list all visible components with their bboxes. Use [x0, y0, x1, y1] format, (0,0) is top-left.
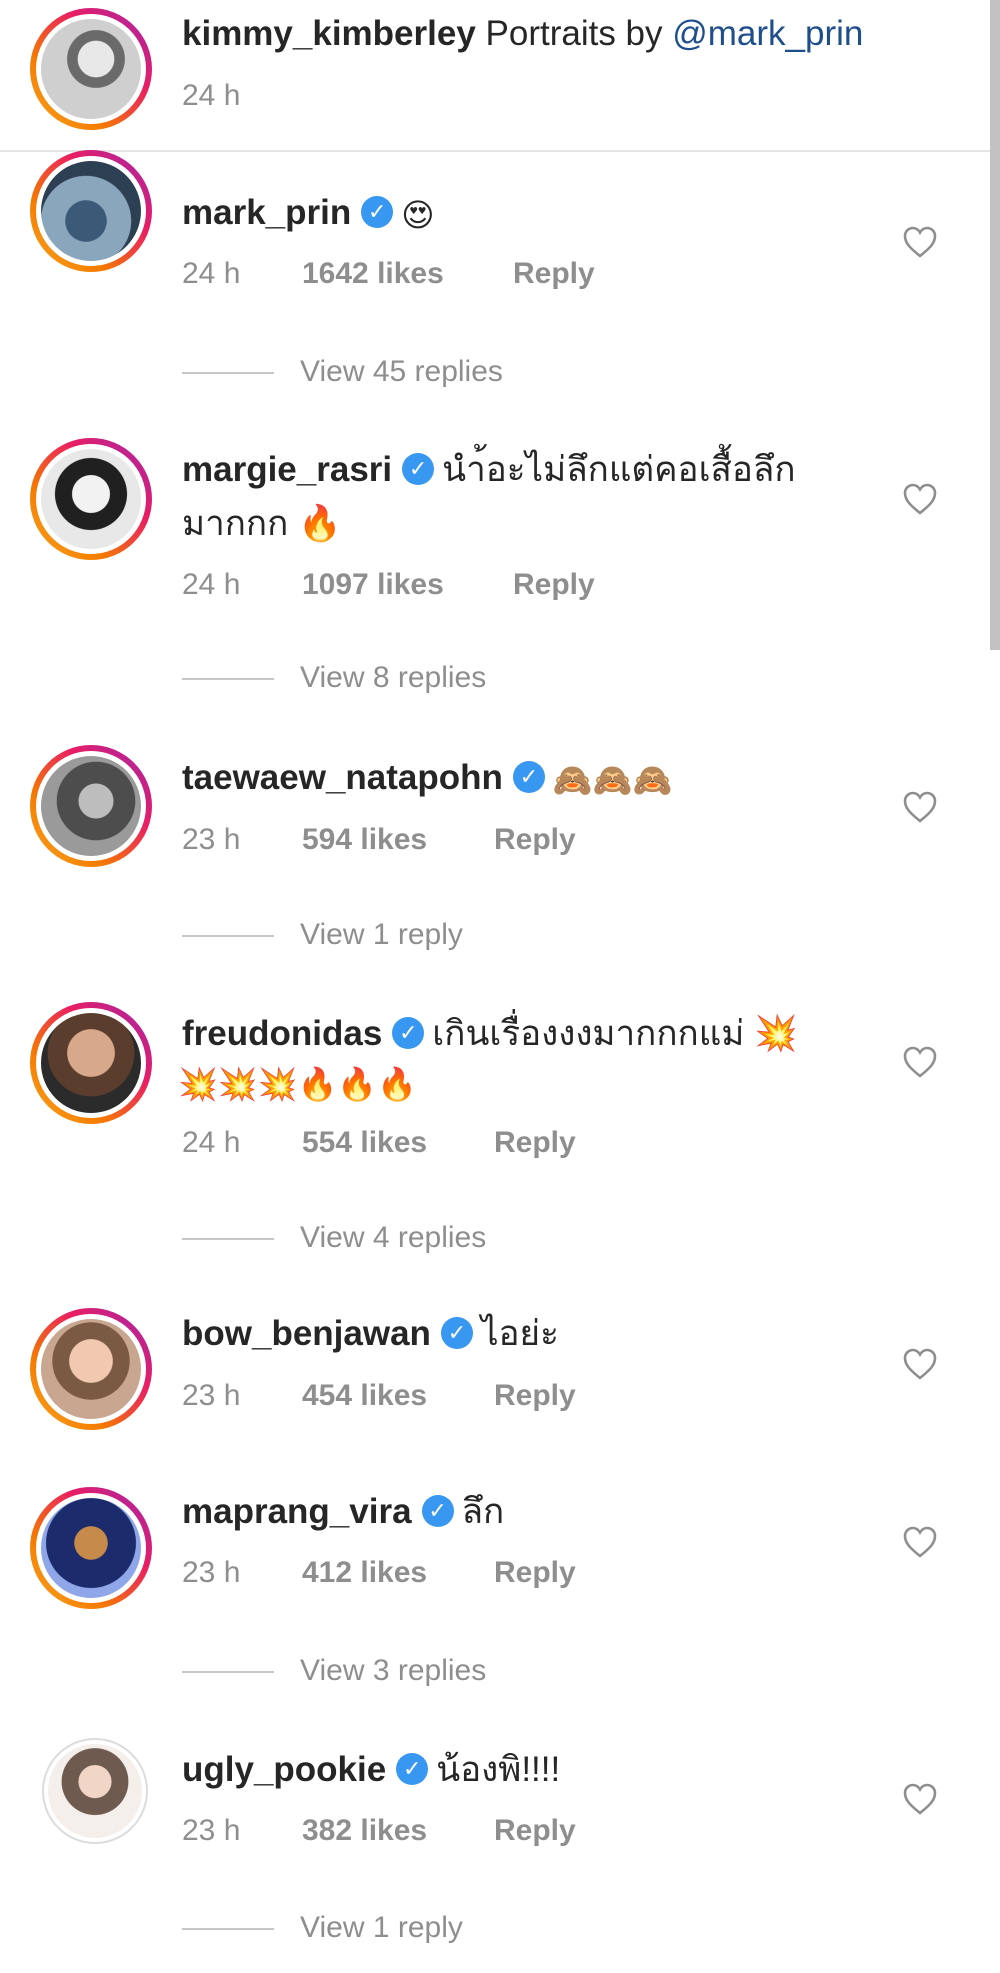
verified-badge-icon: ✓	[421, 1494, 454, 1527]
caption-line: kimmy_kimberley Portraits by @mark_prin	[182, 12, 863, 56]
comment-username[interactable]: taewaew_natapohn	[182, 758, 503, 797]
comment-username[interactable]: ugly_pookie	[182, 1750, 386, 1789]
comment-username[interactable]: bow_benjawan	[182, 1314, 431, 1353]
avatar[interactable]	[30, 745, 152, 867]
view-replies-label[interactable]: View 3 replies	[300, 1654, 486, 1687]
replies-divider	[182, 678, 274, 681]
caption-text: Portraits by	[475, 14, 673, 53]
avatar[interactable]	[30, 438, 152, 560]
reply-button[interactable]: Reply	[494, 1123, 576, 1163]
verified-badge-icon: ✓	[396, 1752, 429, 1785]
replies-divider	[182, 935, 274, 938]
heart-outline-icon[interactable]	[902, 1782, 938, 1816]
scrollbar[interactable]	[990, 0, 1000, 650]
comment-time: 24 h	[182, 1126, 241, 1159]
comment-text: เกินเรื่องงงมากกกแม่ 💥	[432, 1014, 798, 1053]
view-replies-link[interactable]: View 1 reply	[182, 1908, 463, 1948]
reply-button[interactable]: Reply	[494, 1376, 576, 1416]
comment-username[interactable]: margie_rasri	[182, 450, 392, 489]
view-replies-label[interactable]: View 45 replies	[300, 355, 503, 388]
view-replies-link[interactable]: View 45 replies	[182, 352, 503, 392]
heart-outline-icon[interactable]	[902, 1525, 938, 1559]
comment-likes[interactable]: 454 likes	[302, 1376, 427, 1416]
reply-button[interactable]: Reply	[513, 254, 595, 294]
view-replies-link[interactable]: View 1 reply	[182, 915, 463, 955]
heart-outline-icon[interactable]	[902, 482, 938, 516]
heart-outline-icon[interactable]	[902, 1347, 938, 1381]
comment-text: 🙈🙈🙈	[552, 760, 673, 799]
avatar[interactable]	[30, 8, 152, 130]
comment-likes[interactable]: 1642 likes	[302, 254, 444, 294]
avatar[interactable]	[30, 1308, 152, 1430]
reply-button[interactable]: Reply	[513, 565, 595, 605]
comment-meta: 24 h 1642 likes Reply	[182, 254, 595, 294]
comment-username[interactable]: freudonidas	[182, 1014, 382, 1053]
comment-text: 😍	[401, 195, 435, 234]
comment-likes[interactable]: 1097 likes	[302, 565, 444, 605]
view-replies-label[interactable]: View 1 reply	[300, 1911, 463, 1944]
avatar[interactable]	[30, 1487, 152, 1609]
view-replies-link[interactable]: View 4 replies	[182, 1218, 486, 1258]
view-replies-label[interactable]: View 4 replies	[300, 1221, 486, 1254]
replies-divider	[182, 1238, 274, 1241]
replies-divider	[182, 1671, 274, 1674]
comment-time: 23 h	[182, 1556, 241, 1589]
avatar[interactable]	[30, 150, 152, 272]
comment-meta: 24 h 1097 likes Reply	[182, 565, 595, 605]
comment-time: 23 h	[182, 1814, 241, 1847]
verified-badge-icon: ✓	[512, 760, 545, 793]
comment-time: 23 h	[182, 1379, 241, 1412]
comment-likes[interactable]: 594 likes	[302, 820, 427, 860]
caption-username[interactable]: kimmy_kimberley	[182, 14, 476, 53]
comment-username[interactable]: mark_prin	[182, 193, 351, 232]
comment-meta: 24 h 554 likes Reply	[182, 1123, 576, 1163]
replies-divider	[182, 1928, 274, 1931]
comment-text: น้องพิ!!!!	[436, 1750, 561, 1789]
comment-likes[interactable]: 412 likes	[302, 1553, 427, 1593]
post-caption: kimmy_kimberley Portraits by @mark_prin …	[0, 0, 1000, 152]
comment-time: 24 h	[182, 568, 241, 601]
verified-badge-icon: ✓	[361, 195, 394, 228]
verified-badge-icon: ✓	[440, 1316, 473, 1349]
comment-text: ไอย่ะ	[480, 1314, 559, 1353]
reply-button[interactable]: Reply	[494, 1553, 576, 1593]
comment-text-continued: มากกก 🔥	[182, 504, 342, 543]
comment-text: นำ้อะไม่ลึกแต่คอเสื้อลึก	[442, 450, 796, 489]
view-replies-link[interactable]: View 8 replies	[182, 658, 486, 698]
verified-badge-icon: ✓	[392, 1016, 425, 1049]
caption-time: 24 h	[182, 79, 241, 112]
avatar[interactable]	[42, 1738, 148, 1844]
comment-text-continued: 💥💥💥🔥🔥🔥	[178, 1064, 418, 1103]
reply-button[interactable]: Reply	[494, 1811, 576, 1851]
heart-outline-icon[interactable]	[902, 1045, 938, 1079]
comment-meta: 23 h 454 likes Reply	[182, 1376, 576, 1416]
comment-meta: 23 h 382 likes Reply	[182, 1811, 576, 1851]
view-replies-link[interactable]: View 3 replies	[182, 1651, 486, 1691]
comment-username[interactable]: maprang_vira	[182, 1492, 412, 1531]
avatar[interactable]	[30, 1002, 152, 1124]
comment-time: 24 h	[182, 257, 241, 290]
heart-outline-icon[interactable]	[902, 225, 938, 259]
caption-mention[interactable]: @mark_prin	[672, 14, 863, 53]
replies-divider	[182, 372, 274, 375]
comment-meta: 23 h 594 likes Reply	[182, 820, 576, 860]
comment-text: ลึก	[461, 1492, 505, 1531]
comment-likes[interactable]: 382 likes	[302, 1811, 427, 1851]
verified-badge-icon: ✓	[402, 452, 435, 485]
view-replies-label[interactable]: View 8 replies	[300, 661, 486, 694]
comment-meta: 23 h 412 likes Reply	[182, 1553, 576, 1593]
view-replies-label[interactable]: View 1 reply	[300, 918, 463, 951]
reply-button[interactable]: Reply	[494, 820, 576, 860]
comment-likes[interactable]: 554 likes	[302, 1123, 427, 1163]
heart-outline-icon[interactable]	[902, 790, 938, 824]
comment-time: 23 h	[182, 823, 241, 856]
